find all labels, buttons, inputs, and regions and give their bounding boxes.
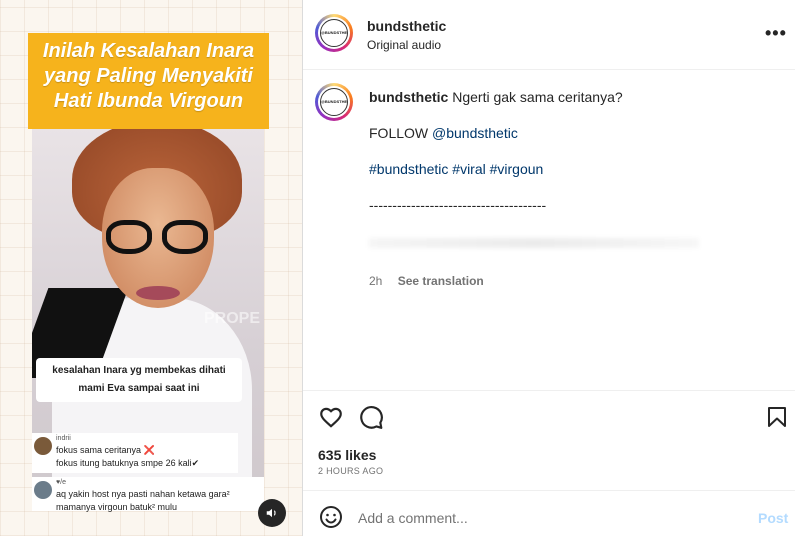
comment-divider — [303, 490, 795, 491]
see-translation-button[interactable]: See translation — [398, 274, 484, 288]
overlay-comment-2: ♥/e aq yakin host nya pasti nahan ketawa… — [32, 477, 264, 512]
overlay-comment-avatar — [34, 437, 52, 455]
video-lips — [136, 286, 180, 300]
overlay-comment-text: fokus sama ceritanya — [56, 445, 142, 455]
caption-username[interactable]: bundsthetic — [369, 89, 448, 105]
overlay-comment-avatar — [34, 481, 52, 499]
overlay-comment-text: aq yakin host nya pasti nahan ketawa gar… — [56, 489, 230, 499]
reel-panel: PROPE Inilah Kesalahan Inara yang Paling… — [0, 0, 302, 536]
comment-icon — [360, 406, 383, 429]
emoji-button[interactable] — [319, 505, 343, 529]
overlay-comment-user: indrii — [56, 435, 71, 442]
header-divider — [303, 69, 795, 70]
overlay-comment-text: fokus itung batuknya smpe 26 kali — [56, 458, 192, 468]
follow-text: FOLLOW — [369, 125, 433, 141]
hashtags[interactable]: #bundsthetic #viral #virgoun — [369, 160, 779, 178]
sound-icon — [266, 508, 276, 518]
avatar[interactable]: @BUNDSTHETIC — [315, 14, 353, 52]
caption-meta: 2h See translation — [369, 274, 496, 288]
video-caption-line-1: kesalahan Inara yg membekas dihati — [52, 365, 226, 376]
emoji-icon — [320, 506, 342, 528]
more-icon: ••• — [765, 23, 787, 43]
video-title-line-3: Hati Ibunda Virgoun — [53, 90, 244, 112]
mention-link[interactable]: @bundsthetic — [432, 125, 518, 141]
video-title-line-2: yang Paling Menyakiti — [44, 65, 253, 87]
comment-button[interactable] — [358, 404, 384, 430]
post-caption: bundsthetic Ngerti gak sama ceritanya? F… — [369, 88, 779, 214]
bookmark-icon — [768, 407, 786, 427]
video-glasses — [102, 220, 214, 260]
audio-link[interactable]: Original audio — [367, 38, 441, 52]
blurred-caption — [369, 238, 699, 248]
video-caption: kesalahan Inara yg membekas dihati mami … — [36, 358, 242, 402]
overlay-comment-text: mamanya virgoun batuk² mulu — [56, 502, 178, 512]
heart-icon — [320, 407, 342, 428]
post-age: 2h — [369, 274, 383, 288]
video-title-line-1: Inilah Kesalahan Inara — [42, 40, 255, 62]
post-username[interactable]: bundsthetic — [367, 18, 446, 34]
cross-mark-icon: ❌ — [143, 445, 155, 455]
caption-dashes: -------------------------------------- — [369, 197, 547, 213]
avatar-logo: @BUNDSTHETIC — [320, 19, 348, 47]
post-panel: @BUNDSTHETIC bundsthetic Original audio … — [303, 0, 795, 536]
check-mark-icon: ✔ — [191, 458, 200, 468]
save-button[interactable] — [765, 404, 791, 430]
caption-text: Ngerti gak sama ceritanya? — [452, 89, 623, 105]
like-button[interactable] — [318, 404, 344, 430]
caption-avatar[interactable]: @BUNDSTHETIC — [315, 83, 353, 121]
post-comment-button[interactable]: Post — [758, 510, 788, 526]
sound-toggle-button[interactable] — [258, 499, 286, 527]
actions-divider — [303, 390, 795, 391]
video-watermark: PROPE — [203, 310, 260, 327]
comment-input[interactable]: Add a comment... — [358, 510, 468, 526]
video-title-box: Inilah Kesalahan Inara yang Paling Menya… — [28, 33, 269, 129]
post-timestamp: 2 HOURS AGO — [318, 466, 384, 476]
overlay-comment-1: indrii fokus sama ceritanya ❌ fokus itun… — [32, 433, 238, 473]
avatar-logo: @BUNDSTHETIC — [320, 88, 348, 116]
overlay-comment-user: ♥/e — [56, 479, 66, 486]
video-caption-line-2: mami Eva sampai saat ini — [78, 383, 200, 394]
likes-count[interactable]: 635 likes — [318, 447, 376, 463]
more-options-button[interactable]: ••• — [765, 24, 787, 42]
